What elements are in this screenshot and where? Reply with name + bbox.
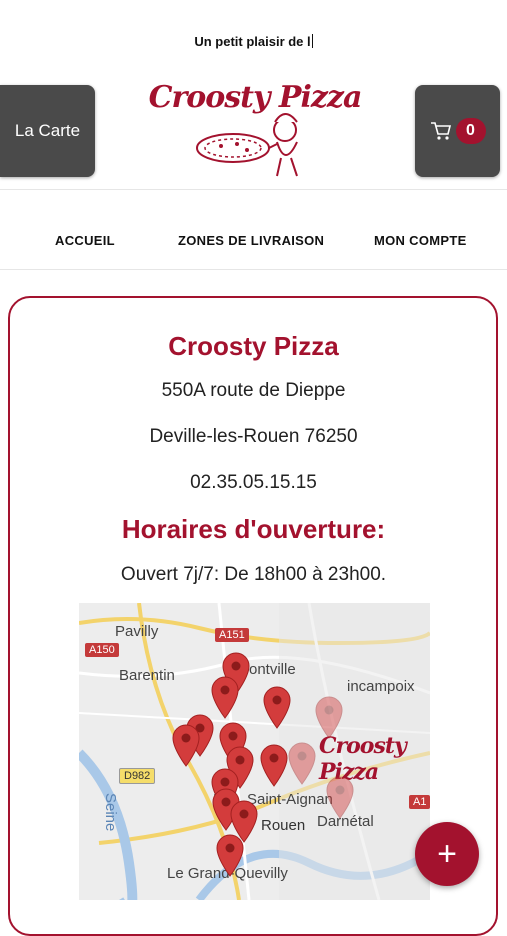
brand-logo[interactable]: Croosty Pizza bbox=[145, 78, 365, 183]
nav-zones-de-livraison[interactable]: ZONES DE LIVRAISON bbox=[178, 233, 324, 248]
map-pin[interactable] bbox=[314, 695, 344, 739]
map-pin[interactable] bbox=[325, 775, 355, 819]
map-label-saint-aignan: Saint-Aignan bbox=[247, 791, 333, 808]
map-label-barentin: Barentin bbox=[119, 667, 175, 684]
text-caret bbox=[311, 34, 313, 48]
map-pin[interactable] bbox=[262, 685, 292, 729]
cart-count-badge: 0 bbox=[455, 118, 486, 144]
road-badge-a151: A151 bbox=[215, 628, 249, 642]
map-pin[interactable] bbox=[215, 833, 245, 877]
map-label-rouen: Rouen bbox=[261, 817, 306, 834]
restaurant-city: Deville-les-Rouen 76250 bbox=[149, 426, 358, 447]
main-nav: ACCUEIL ZONES DE LIVRAISON MON COMPTE bbox=[0, 233, 507, 251]
cart-button[interactable]: 0 bbox=[415, 85, 500, 177]
tagline: Un petit plaisir de l bbox=[0, 34, 507, 49]
delivery-map[interactable]: Pavilly Barentin ontville incampoix Sein… bbox=[79, 603, 430, 900]
nav-mon-compte[interactable]: MON COMPTE bbox=[374, 233, 467, 248]
nav-accueil[interactable]: ACCUEIL bbox=[55, 233, 115, 248]
road-badge-d982: D982 bbox=[119, 768, 156, 784]
opening-hours: Ouvert 7j/7: De 18h00 à 23h00. bbox=[120, 564, 387, 585]
map-pin[interactable] bbox=[287, 741, 317, 785]
chef-pizza-icon bbox=[196, 113, 298, 177]
restaurant-address: 550A route de Dieppe bbox=[161, 380, 346, 401]
map-label-seine: Seine bbox=[102, 793, 119, 832]
restaurant-name: Croosty Pizza bbox=[168, 331, 339, 361]
menu-button[interactable]: La Carte bbox=[0, 85, 95, 177]
nav-divider bbox=[0, 269, 507, 270]
tagline-text: Un petit plaisir de l bbox=[194, 34, 311, 49]
map-pin[interactable] bbox=[259, 743, 289, 787]
map-pin[interactable] bbox=[171, 723, 201, 767]
map-label-quincampoix: incampoix bbox=[347, 678, 415, 695]
map-label-montville: ontville bbox=[249, 661, 296, 678]
restaurant-phone[interactable]: 02.35.05.15.15 bbox=[0, 472, 507, 494]
road-badge-a1: A1 bbox=[409, 795, 430, 809]
map-label-pavilly: Pavilly bbox=[115, 623, 159, 640]
road-badge-a150: A150 bbox=[85, 643, 119, 657]
header-divider bbox=[0, 189, 507, 190]
hours-title: Horaires d'ouverture: bbox=[121, 514, 386, 544]
cart-icon bbox=[430, 122, 451, 140]
add-fab-button[interactable]: + bbox=[415, 822, 479, 886]
